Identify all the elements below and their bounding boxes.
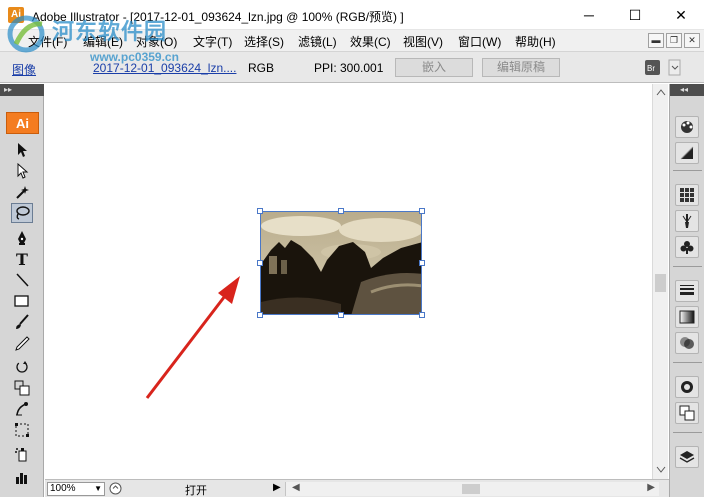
placed-image[interactable] bbox=[260, 211, 422, 315]
vertical-scrollbar[interactable] bbox=[652, 84, 668, 479]
rectangle-tool-icon[interactable] bbox=[11, 291, 33, 311]
ppi-label: PPI: 300.001 bbox=[314, 61, 384, 75]
direct-selection-tool-icon[interactable] bbox=[11, 161, 33, 181]
menu-object[interactable]: 对象(O) bbox=[136, 33, 177, 50]
selection-handle-right[interactable] bbox=[419, 260, 425, 266]
symbol-sprayer-tool-icon[interactable] bbox=[11, 444, 33, 464]
magic-wand-tool-icon[interactable] bbox=[11, 182, 33, 202]
appearance-panel-icon[interactable] bbox=[675, 376, 699, 398]
pencil-tool-icon[interactable] bbox=[11, 333, 33, 353]
swatches-panel-icon[interactable] bbox=[675, 184, 699, 206]
chevron-down-icon[interactable]: ▼ bbox=[94, 483, 102, 495]
status-expand-arrow[interactable]: ▶ bbox=[273, 482, 281, 493]
horizontal-scrollbar[interactable]: ◀ ▶ bbox=[285, 482, 659, 496]
panel-dock-header[interactable]: ◂◂ bbox=[670, 84, 704, 96]
bridge-icon[interactable]: Br bbox=[644, 59, 664, 76]
menu-select[interactable]: 选择(S) bbox=[244, 33, 284, 50]
color-guide-panel-icon[interactable] bbox=[675, 142, 699, 164]
linked-filename[interactable]: 2017-12-01_093624_lzn.... bbox=[93, 61, 236, 75]
embed-button[interactable]: 嵌入 bbox=[395, 58, 473, 77]
document-restore-button[interactable]: ❐ bbox=[666, 33, 682, 48]
selection-handle-top[interactable] bbox=[338, 208, 344, 214]
selection-handle-bottom-right[interactable] bbox=[419, 312, 425, 318]
layers-panel-icon[interactable] bbox=[675, 446, 699, 468]
menu-view[interactable]: 视图(V) bbox=[403, 33, 443, 50]
annotation-arrow bbox=[145, 276, 240, 399]
status-bar: 100% ▼ 打开 ▶ ◀ ▶ bbox=[45, 479, 669, 497]
vertical-scroll-thumb[interactable] bbox=[655, 274, 666, 292]
tools-panel: ▸▸ Ai T bbox=[0, 84, 44, 497]
rotate-tool-icon[interactable] bbox=[11, 357, 33, 377]
selection-handle-top-left[interactable] bbox=[257, 208, 263, 214]
menu-filter[interactable]: 滤镜(L) bbox=[298, 33, 337, 50]
svg-text:T: T bbox=[16, 251, 28, 267]
color-panel-icon[interactable] bbox=[675, 116, 699, 138]
column-graph-tool-icon[interactable] bbox=[11, 467, 33, 487]
menu-type[interactable]: 文字(T) bbox=[193, 33, 232, 50]
symbols-panel-icon[interactable] bbox=[675, 236, 699, 258]
menu-effect[interactable]: 效果(C) bbox=[350, 33, 391, 50]
paintbrush-tool-icon[interactable] bbox=[11, 312, 33, 332]
menu-window[interactable]: 窗口(W) bbox=[458, 33, 501, 50]
lasso-tool-icon[interactable] bbox=[11, 203, 33, 223]
gradient-panel-icon[interactable] bbox=[675, 306, 699, 328]
horizontal-scroll-thumb[interactable] bbox=[462, 484, 480, 494]
status-menu-icon[interactable] bbox=[109, 482, 122, 495]
stroke-panel-icon[interactable] bbox=[675, 280, 699, 302]
chevron-down-icon[interactable] bbox=[668, 59, 682, 76]
tools-panel-header[interactable]: ▸▸ bbox=[0, 84, 44, 96]
title-bar: Ai Adobe Illustrator - [2017-12-01_09362… bbox=[0, 0, 704, 30]
document-close-button[interactable]: ✕ bbox=[684, 33, 700, 48]
window-title: Adobe Illustrator - [2017-12-01_093624_l… bbox=[32, 10, 404, 24]
line-tool-icon[interactable] bbox=[11, 270, 33, 290]
scroll-right-icon[interactable]: ▶ bbox=[647, 482, 655, 493]
selection-tool-icon[interactable] bbox=[11, 140, 33, 160]
color-mode-label: RGB bbox=[248, 61, 275, 75]
app-icon: Ai bbox=[8, 7, 24, 23]
brushes-panel-icon[interactable] bbox=[675, 210, 699, 232]
ai-logo: Ai bbox=[6, 112, 39, 134]
selection-handle-top-right[interactable] bbox=[419, 208, 425, 214]
scroll-down-icon[interactable] bbox=[656, 466, 666, 474]
transparency-panel-icon[interactable] bbox=[675, 332, 699, 354]
close-button[interactable]: ✕ bbox=[658, 0, 704, 30]
free-transform-tool-icon[interactable] bbox=[11, 420, 33, 440]
maximize-button[interactable]: ☐ bbox=[612, 0, 658, 30]
menu-edit[interactable]: 编辑(E) bbox=[83, 33, 123, 50]
menu-help[interactable]: 帮助(H) bbox=[515, 33, 556, 50]
scroll-left-icon[interactable]: ◀ bbox=[292, 482, 300, 493]
warp-tool-icon[interactable] bbox=[11, 399, 33, 419]
zoom-select[interactable]: 100% ▼ bbox=[47, 482, 105, 496]
selection-handle-left[interactable] bbox=[257, 260, 263, 266]
svg-text:Br: Br bbox=[647, 64, 655, 73]
minimize-button[interactable]: ─ bbox=[566, 0, 612, 30]
control-bar: 图像 2017-12-01_093624_lzn.... RGB PPI: 30… bbox=[0, 52, 704, 83]
object-kind-label[interactable]: 图像 bbox=[12, 61, 36, 78]
menu-file[interactable]: 文件(F) bbox=[28, 33, 67, 50]
pen-tool-icon[interactable] bbox=[11, 228, 33, 248]
selection-handle-bottom-left[interactable] bbox=[257, 312, 263, 318]
document-minimize-button[interactable]: ▬ bbox=[648, 33, 664, 48]
status-action-label: 打开 bbox=[185, 485, 207, 497]
edit-original-button[interactable]: 编辑原稿 bbox=[482, 58, 560, 77]
type-tool-icon[interactable]: T bbox=[11, 249, 33, 269]
selection-handle-bottom[interactable] bbox=[338, 312, 344, 318]
zoom-value: 100% bbox=[50, 483, 76, 494]
scale-tool-icon[interactable] bbox=[11, 378, 33, 398]
menu-bar: 文件(F) 编辑(E) 对象(O) 文字(T) 选择(S) 滤镜(L) 效果(C… bbox=[0, 30, 704, 52]
graphic-styles-panel-icon[interactable] bbox=[675, 402, 699, 424]
panel-dock: ◂◂ bbox=[669, 84, 704, 497]
scroll-up-icon[interactable] bbox=[656, 88, 666, 96]
